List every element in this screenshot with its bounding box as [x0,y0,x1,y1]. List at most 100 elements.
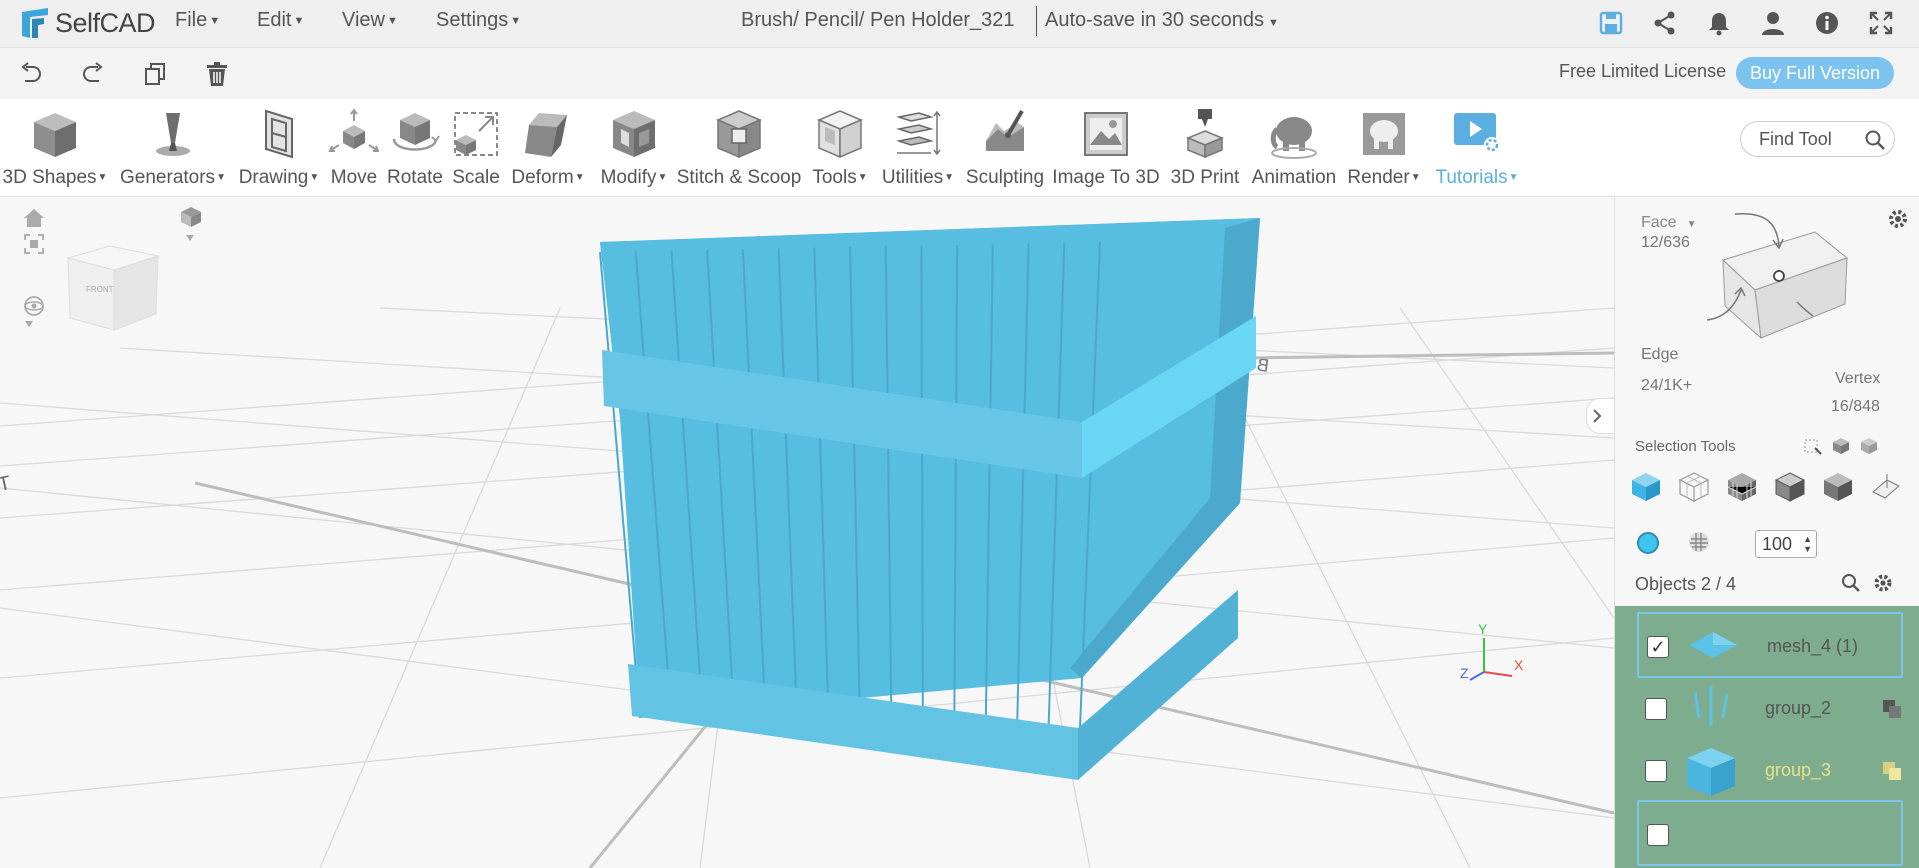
edit-toolbar: Free Limited License Buy Full Version [0,48,1919,99]
caret-down-icon[interactable] [22,318,36,330]
selection-mode-diagram[interactable] [1685,206,1865,356]
object-name[interactable]: group_2 [1765,698,1831,719]
tool-label-text: Modify [600,167,657,188]
tool-utilities[interactable]: Utilities▼ [876,99,960,197]
navigation-cube[interactable]: FRONT [62,240,162,340]
menu-settings[interactable]: Settings ▼ [436,9,521,32]
caret-down-icon: ▼ [1410,172,1421,184]
select-wireframe-icon[interactable] [1677,470,1711,504]
object-row[interactable] [1637,800,1903,866]
tool-move[interactable]: Move [326,99,382,197]
object-row[interactable]: group_3 [1637,738,1903,804]
tool-label-text: Utilities [881,167,944,188]
group-icon[interactable] [1881,698,1903,720]
select-all-icon[interactable] [1629,470,1663,504]
document-title[interactable]: Brush/ Pencil/ Pen Holder_321 [741,9,1015,32]
objects-title: Objects 2 / 4 [1635,574,1737,594]
3d-viewport[interactable]: LEFT BACK Y X Z [0,198,1614,868]
opacity-stepper[interactable]: 100 ▲ ▼ [1755,530,1817,558]
tool-3d-print[interactable]: 3D Print [1164,99,1246,197]
object-name[interactable]: mesh_4 (1) [1767,636,1858,657]
tool-animation[interactable]: Animation [1248,99,1340,197]
save-icon[interactable] [1598,10,1624,36]
tool-scale[interactable]: Scale [448,99,504,197]
color-picker[interactable] [1637,532,1659,554]
select-box-icon[interactable] [1803,436,1823,456]
tool-tutorials[interactable]: Tutorials▼ [1428,99,1526,197]
group-icon[interactable] [1881,760,1903,782]
undo-icon[interactable] [18,61,44,87]
object-checkbox[interactable] [1645,698,1667,720]
texture-icon[interactable] [1687,530,1711,554]
buy-full-version-button[interactable]: Buy Full Version [1736,57,1894,89]
tool-label-text: Image To 3D [1052,167,1160,188]
caret-down-icon[interactable] [183,232,197,244]
find-tool-search[interactable] [1740,121,1895,157]
object-name[interactable]: group_3 [1765,760,1831,781]
select-face-icon[interactable] [1821,470,1855,504]
tutorials-video-icon [1454,113,1500,153]
object-checkbox[interactable] [1645,760,1667,782]
tool-tools[interactable]: Tools▼ [804,99,876,197]
object-checkbox[interactable] [1647,824,1669,846]
menu-edit[interactable]: Edit ▼ [257,9,304,32]
sculpting-icon [986,109,1024,151]
orbit-icon[interactable] [22,294,46,318]
axis-x-label: X [1514,657,1524,673]
select-hollow-icon[interactable] [1773,470,1807,504]
bell-icon[interactable] [1706,10,1732,36]
selfcad-logo[interactable]: SelfCAD [18,4,156,42]
select-plane-icon[interactable] [1869,470,1903,504]
elephant-icon [1270,117,1317,159]
tool-label: Generators▼ [114,167,232,189]
help-icon[interactable] [1814,10,1840,36]
search-icon[interactable] [1841,573,1861,593]
object-checkbox[interactable]: ✓ [1647,636,1669,658]
redo-icon[interactable] [80,61,106,87]
autosave-dropdown[interactable]: Auto-save in 30 seconds ▼ [1045,9,1279,32]
gear-icon[interactable] [1887,208,1909,230]
tool-rotate[interactable]: Rotate [384,99,446,197]
vertex-label: Vertex [1835,370,1881,387]
tool-stitch-scoop[interactable]: Stitch & Scoop [676,99,802,197]
user-icon[interactable] [1760,10,1786,36]
printer-icon [1186,109,1224,159]
share-icon[interactable] [1652,10,1678,36]
fullscreen-icon[interactable] [1868,10,1894,36]
model-slat-line [920,245,924,725]
projection-cube-icon[interactable] [178,204,204,230]
object-row[interactable]: group_2 [1637,676,1903,742]
object-row[interactable]: ✓ mesh_4 (1) [1637,612,1903,678]
fit-view-icon[interactable] [22,232,46,256]
tool-drawing[interactable]: Drawing▼ [234,99,324,197]
model-pen-holder[interactable] [599,218,1260,780]
select-object-icon[interactable] [1831,436,1851,456]
tool-render[interactable]: Render▼ [1342,99,1426,197]
tools-icon [817,110,863,159]
caret-down-icon: ▼ [293,14,305,27]
menu-file[interactable]: File ▼ [175,9,220,32]
find-tool-input[interactable] [1759,128,1859,150]
select-grid-icon[interactable] [1725,470,1759,504]
search-icon[interactable] [1864,129,1886,151]
menu-view[interactable]: View ▼ [342,9,398,32]
home-view-icon[interactable] [22,206,46,230]
gear-icon[interactable] [1873,573,1893,593]
delete-icon[interactable] [204,61,230,87]
tool-generators[interactable]: Generators▼ [114,99,232,197]
caret-down-icon: ▼ [1268,17,1279,29]
tool-label-text: Animation [1251,167,1337,188]
tool-label: Deform▼ [506,167,590,189]
select-solid-icon[interactable] [1859,436,1879,456]
tool-3d-shapes[interactable]: 3D Shapes▼ [0,99,110,197]
tool-sculpting[interactable]: Sculpting [962,99,1048,197]
copy-icon[interactable] [142,61,168,87]
tool-deform[interactable]: Deform▼ [506,99,590,197]
tool-label: Stitch & Scoop [676,167,802,189]
tool-modify[interactable]: Modify▼ [594,99,674,197]
tool-image-to-3d[interactable]: Image To 3D [1050,99,1162,197]
panel-collapse-button[interactable] [1586,398,1614,434]
stepper-arrows-icon[interactable]: ▲ ▼ [1803,534,1812,554]
face-label: Face [1641,214,1677,231]
scene-canvas[interactable]: LEFT BACK Y X Z [0,198,1614,868]
